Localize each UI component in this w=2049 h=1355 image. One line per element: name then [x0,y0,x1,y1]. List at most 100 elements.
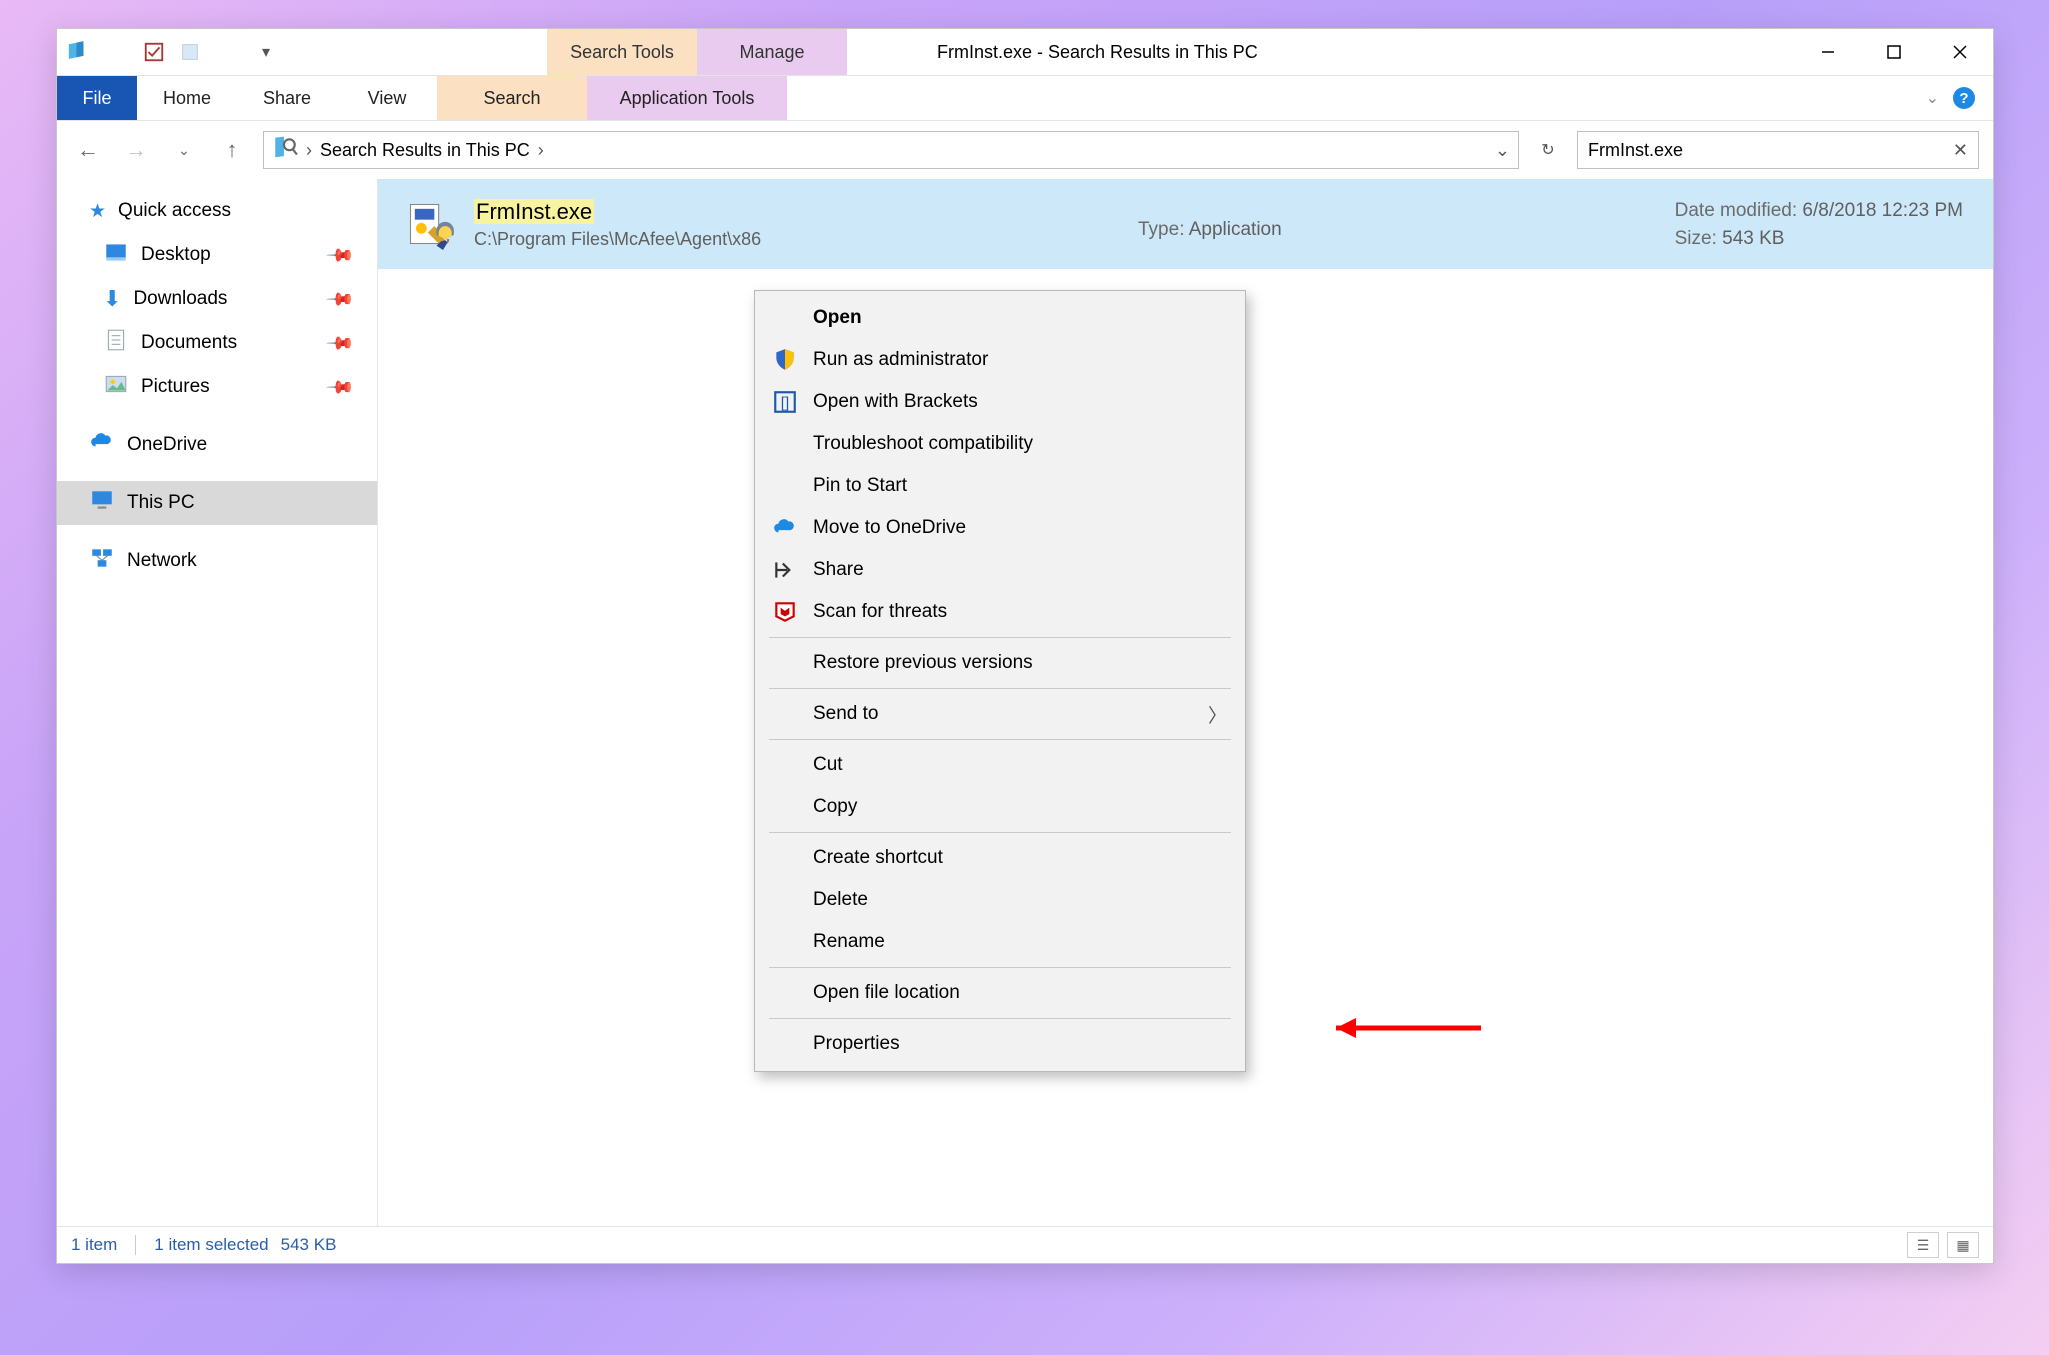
result-file-path: C:\Program Files\McAfee\Agent\x86 [474,229,761,250]
pin-icon: 📌 [324,328,355,359]
maximize-button[interactable] [1861,29,1927,75]
ctx-open-with-brackets[interactable]: [] Open with Brackets [755,381,1245,423]
address-search-icon [272,135,298,166]
nav-forward-button[interactable]: → [119,133,153,167]
sidebar-item-label: This PC [127,492,195,514]
this-pc-icon [89,487,115,519]
onedrive-icon [771,515,799,541]
ribbon-collapse-chevron-icon[interactable]: ⌄ [1926,88,1939,108]
search-result-row[interactable]: FrmInst.exe C:\Program Files\McAfee\Agen… [378,179,1993,269]
result-type: Type: Application [1138,219,1282,241]
ctx-copy[interactable]: Copy [755,786,1245,828]
shield-icon [771,347,799,373]
ribbon-tab-search[interactable]: Search [437,76,587,120]
help-icon[interactable]: ? [1953,87,1975,109]
ctx-troubleshoot[interactable]: Troubleshoot compatibility [755,423,1245,465]
qat-blank-icon[interactable] [179,39,201,65]
ctx-delete[interactable]: Delete [755,879,1245,921]
brackets-icon: [] [771,389,799,415]
ctx-move-to-onedrive[interactable]: Move to OneDrive [755,507,1245,549]
ribbon-tab-file[interactable]: File [57,76,137,120]
sidebar-item-label: Desktop [141,244,211,266]
qat-dropdown-icon[interactable]: ▾ [255,42,277,62]
desktop-icon [103,239,129,271]
onedrive-icon [89,429,115,461]
sidebar-item-downloads[interactable]: ⬇ Downloads 📌 [57,277,377,321]
search-box[interactable]: FrmInst.exe ✕ [1577,131,1979,169]
view-details-button[interactable]: ☰ [1907,1232,1939,1258]
ctx-restore-previous[interactable]: Restore previous versions [755,642,1245,684]
clear-search-icon[interactable]: ✕ [1953,140,1968,161]
breadcrumb-chevron-icon[interactable]: › [538,140,544,161]
sidebar-item-quick-access[interactable]: ★ Quick access [57,189,377,233]
ctx-run-as-admin[interactable]: Run as administrator [755,339,1245,381]
status-selected-count: 1 item selected [154,1235,268,1255]
pictures-icon [103,371,129,403]
ctx-rename[interactable]: Rename [755,921,1245,963]
exe-file-icon [404,198,456,250]
ribbon-tab-view[interactable]: View [337,76,437,120]
sidebar-item-this-pc[interactable]: This PC [57,481,377,525]
ctx-open[interactable]: Open [755,297,1245,339]
ribbon-tabs: File Home Share View Search Application … [57,76,1993,121]
sidebar-item-label: Documents [141,332,237,354]
sidebar-item-network[interactable]: Network [57,539,377,583]
window-title: FrmInst.exe - Search Results in This PC [847,29,1795,75]
mcafee-icon [771,599,799,625]
share-icon [771,557,799,583]
pin-icon: 📌 [324,240,355,271]
ctx-pin-to-start[interactable]: Pin to Start [755,465,1245,507]
sidebar-item-label: Downloads [133,288,227,310]
status-bar: 1 item 1 item selected 543 KB ☰ ▦ [57,1226,1993,1263]
documents-icon [103,327,129,359]
sidebar-item-pictures[interactable]: Pictures 📌 [57,365,377,409]
submenu-arrow-icon: 〉 [1208,701,1245,728]
ctx-create-shortcut[interactable]: Create shortcut [755,837,1245,879]
search-text: FrmInst.exe [1588,140,1953,161]
ctx-open-file-location[interactable]: Open file location [755,972,1245,1014]
sidebar-item-label: OneDrive [127,434,207,456]
nav-pane: ★ Quick access Desktop 📌 ⬇ Downloads 📌 D… [57,179,378,1226]
nav-recent-dropdown[interactable]: ⌄ [167,133,201,167]
svg-text:[]: [] [781,394,789,411]
qat-checkbox-icon[interactable] [143,39,165,65]
ribbon-tab-share[interactable]: Share [237,76,337,120]
address-bar-row: ← → ⌄ ↑ › Search Results in This PC › ⌄ … [57,121,1993,179]
sidebar-item-label: Quick access [118,200,231,222]
status-item-count: 1 item [71,1235,117,1255]
close-button[interactable] [1927,29,1993,75]
ctx-cut[interactable]: Cut [755,744,1245,786]
quick-access-star-icon: ★ [89,200,106,223]
address-dropdown-icon[interactable]: ⌄ [1495,140,1510,161]
pin-icon: 📌 [324,284,355,315]
network-icon [89,545,115,577]
explorer-icon [67,39,89,65]
nav-up-button[interactable]: ↑ [215,133,249,167]
sidebar-item-label: Network [127,550,197,572]
ctx-share[interactable]: Share [755,549,1245,591]
contextual-tab-search-tools[interactable]: Search Tools [547,29,697,75]
status-selected-size: 543 KB [281,1235,337,1255]
ctx-properties[interactable]: Properties [755,1023,1245,1065]
refresh-button[interactable]: ↻ [1533,140,1563,160]
context-menu: Open Run as administrator [] Open with B… [754,290,1246,1072]
breadcrumb-segment[interactable]: Search Results in This PC [320,140,530,161]
ctx-send-to[interactable]: Send to 〉 [755,693,1245,735]
minimize-button[interactable] [1795,29,1861,75]
nav-back-button[interactable]: ← [71,133,105,167]
quick-access-toolbar: ▾ [57,29,287,75]
address-bar[interactable]: › Search Results in This PC › ⌄ [263,131,1519,169]
ctx-scan-for-threats[interactable]: Scan for threats [755,591,1245,633]
ribbon-tab-home[interactable]: Home [137,76,237,120]
sidebar-item-label: Pictures [141,376,210,398]
sidebar-item-onedrive[interactable]: OneDrive [57,423,377,467]
breadcrumb-chevron-icon[interactable]: › [306,140,312,161]
contextual-tabs: Search Tools Manage [547,29,847,75]
ribbon-tab-application-tools[interactable]: Application Tools [587,76,787,120]
title-bar: ▾ Search Tools Manage FrmInst.exe - Sear… [57,29,1993,76]
view-large-icons-button[interactable]: ▦ [1947,1232,1979,1258]
sidebar-item-documents[interactable]: Documents 📌 [57,321,377,365]
contextual-tab-manage[interactable]: Manage [697,29,847,75]
sidebar-item-desktop[interactable]: Desktop 📌 [57,233,377,277]
result-file-name: FrmInst.exe [474,199,594,224]
